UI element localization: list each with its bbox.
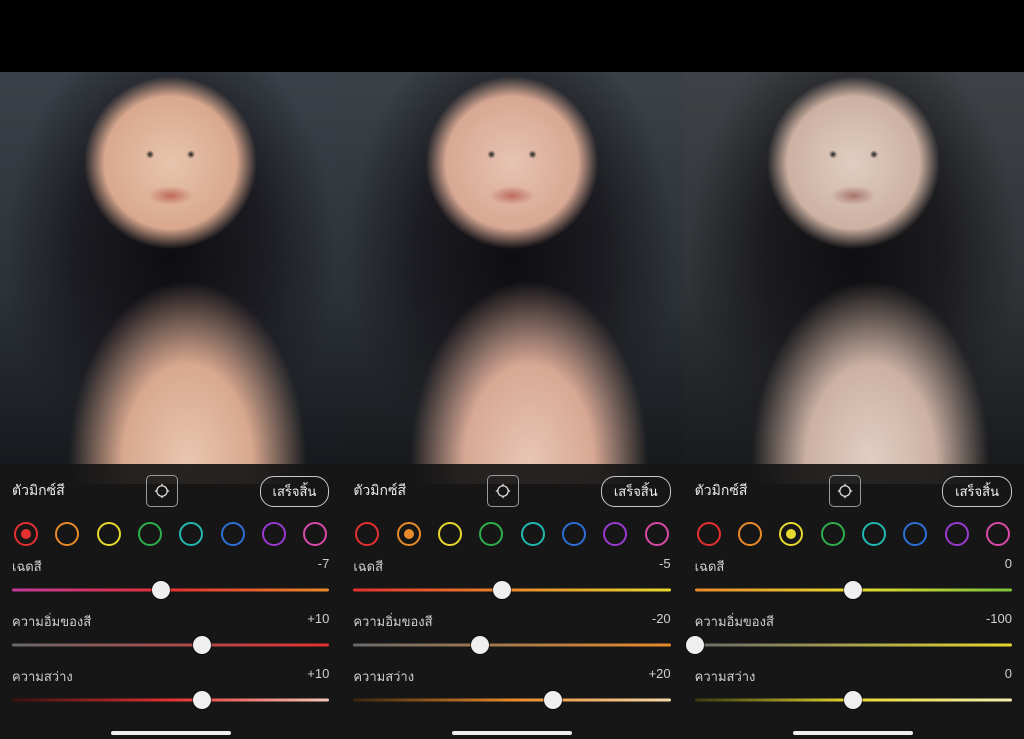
swatch-orange[interactable] bbox=[55, 522, 79, 546]
slider-thumb[interactable] bbox=[493, 581, 511, 599]
panel-title: ตัวมิกซ์สี bbox=[12, 480, 65, 502]
target-adjust-button[interactable] bbox=[146, 475, 178, 507]
target-icon bbox=[837, 483, 853, 499]
controls-overlay: ตัวมิกซ์สี เสร็จสิ้น เฉดสี 0 ความอ bbox=[683, 464, 1024, 739]
swatch-blue[interactable] bbox=[221, 522, 245, 546]
swatch-aqua[interactable] bbox=[521, 522, 545, 546]
swatch-blue[interactable] bbox=[903, 522, 927, 546]
swatch-red[interactable] bbox=[14, 522, 38, 546]
slider-track[interactable] bbox=[695, 583, 1012, 597]
slider-luminance: ความสว่าง +10 bbox=[12, 666, 329, 707]
slider-label: ความอิ่มของสี bbox=[695, 611, 774, 632]
slider-label: ความสว่าง bbox=[695, 666, 756, 687]
controls-overlay: ตัวมิกซ์สี เสร็จสิ้น เฉดสี -5 ความ bbox=[341, 464, 682, 739]
slider-thumb[interactable] bbox=[544, 691, 562, 709]
slider-thumb[interactable] bbox=[193, 691, 211, 709]
slider-track[interactable] bbox=[353, 583, 670, 597]
preview-image bbox=[341, 72, 682, 484]
slider-value: +10 bbox=[307, 611, 329, 632]
done-button[interactable]: เสร็จสิ้น bbox=[601, 476, 671, 507]
target-adjust-button[interactable] bbox=[829, 475, 861, 507]
color-swatch-row bbox=[697, 522, 1010, 546]
target-icon bbox=[154, 483, 170, 499]
panel-title: ตัวมิกซ์สี bbox=[353, 480, 406, 502]
home-indicator bbox=[793, 731, 913, 735]
preview-image bbox=[0, 72, 341, 484]
slider-value: -5 bbox=[659, 556, 671, 577]
slider-track[interactable] bbox=[695, 638, 1012, 652]
slider-value: +20 bbox=[649, 666, 671, 687]
swatch-red[interactable] bbox=[355, 522, 379, 546]
swatch-purple[interactable] bbox=[945, 522, 969, 546]
slider-hue: เฉดสี 0 bbox=[695, 556, 1012, 597]
swatch-magenta[interactable] bbox=[645, 522, 669, 546]
swatch-magenta[interactable] bbox=[303, 522, 327, 546]
swatch-yellow[interactable] bbox=[97, 522, 121, 546]
slider-luminance: ความสว่าง 0 bbox=[695, 666, 1012, 707]
swatch-green[interactable] bbox=[479, 522, 503, 546]
slider-value: 0 bbox=[1005, 666, 1012, 687]
swatch-aqua[interactable] bbox=[862, 522, 886, 546]
slider-luminance: ความสว่าง +20 bbox=[353, 666, 670, 707]
slider-track[interactable] bbox=[695, 693, 1012, 707]
swatch-yellow[interactable] bbox=[438, 522, 462, 546]
slider-track[interactable] bbox=[12, 693, 329, 707]
preview-image bbox=[683, 72, 1024, 484]
slider-thumb[interactable] bbox=[471, 636, 489, 654]
slider-thumb[interactable] bbox=[193, 636, 211, 654]
slider-label: ความสว่าง bbox=[12, 666, 73, 687]
slider-track[interactable] bbox=[353, 693, 670, 707]
slider-hue: เฉดสี -5 bbox=[353, 556, 670, 597]
slider-label: ความอิ่มของสี bbox=[353, 611, 432, 632]
slider-value: 0 bbox=[1005, 556, 1012, 577]
color-swatch-row bbox=[355, 522, 668, 546]
swatch-orange[interactable] bbox=[738, 522, 762, 546]
swatch-aqua[interactable] bbox=[179, 522, 203, 546]
slider-saturation: ความอิ่มของสี +10 bbox=[12, 611, 329, 652]
editor-panel: ตัวมิกซ์สี เสร็จสิ้น เฉดสี 0 ความอ bbox=[683, 72, 1024, 739]
slider-track[interactable] bbox=[12, 638, 329, 652]
swatch-magenta[interactable] bbox=[986, 522, 1010, 546]
target-icon bbox=[495, 483, 511, 499]
slider-thumb[interactable] bbox=[844, 691, 862, 709]
swatch-purple[interactable] bbox=[262, 522, 286, 546]
swatch-yellow[interactable] bbox=[779, 522, 803, 546]
slider-value: -20 bbox=[652, 611, 671, 632]
slider-track[interactable] bbox=[12, 583, 329, 597]
swatch-purple[interactable] bbox=[603, 522, 627, 546]
swatch-blue[interactable] bbox=[562, 522, 586, 546]
slider-value: -100 bbox=[986, 611, 1012, 632]
slider-label: ความสว่าง bbox=[353, 666, 414, 687]
slider-saturation: ความอิ่มของสี -20 bbox=[353, 611, 670, 652]
slider-saturation: ความอิ่มของสี -100 bbox=[695, 611, 1012, 652]
slider-value: +10 bbox=[307, 666, 329, 687]
slider-thumb[interactable] bbox=[686, 636, 704, 654]
slider-thumb[interactable] bbox=[152, 581, 170, 599]
home-indicator bbox=[111, 731, 231, 735]
swatch-green[interactable] bbox=[821, 522, 845, 546]
target-adjust-button[interactable] bbox=[487, 475, 519, 507]
home-indicator bbox=[452, 731, 572, 735]
panel-title: ตัวมิกซ์สี bbox=[695, 480, 748, 502]
slider-label: เฉดสี bbox=[353, 556, 383, 577]
editor-panel: ตัวมิกซ์สี เสร็จสิ้น เฉดสี -5 ความ bbox=[341, 72, 682, 739]
slider-thumb[interactable] bbox=[844, 581, 862, 599]
editor-panel: ตัวมิกซ์สี เสร็จสิ้น เฉดสี -7 ความ bbox=[0, 72, 341, 739]
slider-value: -7 bbox=[318, 556, 330, 577]
slider-track[interactable] bbox=[353, 638, 670, 652]
slider-label: เฉดสี bbox=[695, 556, 725, 577]
slider-hue: เฉดสี -7 bbox=[12, 556, 329, 597]
slider-label: เฉดสี bbox=[12, 556, 42, 577]
slider-label: ความอิ่มของสี bbox=[12, 611, 91, 632]
done-button[interactable]: เสร็จสิ้น bbox=[942, 476, 1012, 507]
controls-overlay: ตัวมิกซ์สี เสร็จสิ้น เฉดสี -7 ความ bbox=[0, 464, 341, 739]
swatch-red[interactable] bbox=[697, 522, 721, 546]
color-swatch-row bbox=[14, 522, 327, 546]
swatch-orange[interactable] bbox=[397, 522, 421, 546]
done-button[interactable]: เสร็จสิ้น bbox=[260, 476, 330, 507]
swatch-green[interactable] bbox=[138, 522, 162, 546]
